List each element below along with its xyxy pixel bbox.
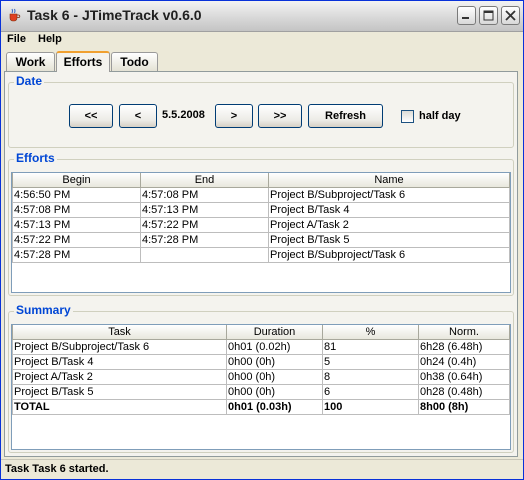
table-row[interactable]: Project B/Task 5 0h00 (0h) 6 0h28 (0.48h) [12, 384, 510, 400]
table-cell[interactable]: Project B/Subproject/Task 6 [268, 187, 510, 203]
last-day-button[interactable]: >> [258, 104, 302, 128]
menu-bar: File Help [1, 31, 523, 49]
table-cell[interactable]: 5 [322, 354, 419, 370]
summary-column-header[interactable]: Norm. [418, 325, 510, 340]
table-cell[interactable]: 4:57:08 PM [12, 202, 141, 218]
table-cell[interactable]: 4:57:28 PM [12, 247, 141, 263]
status-bar: Task Task 6 started. [1, 459, 523, 479]
window-title: Task 6 - JTimeTrack v0.6.0 [27, 7, 202, 23]
table-cell[interactable]: 4:57:22 PM [140, 217, 269, 233]
menu-help[interactable]: Help [38, 33, 62, 45]
table-cell[interactable]: 6 [322, 384, 419, 400]
efforts-column-header[interactable]: Begin [12, 173, 141, 188]
table-cell[interactable]: 0h28 (0.48h) [418, 384, 510, 400]
table-cell[interactable]: 6h28 (6.48h) [418, 339, 510, 355]
table-cell[interactable] [140, 247, 269, 263]
table-cell[interactable]: Project B/Task 4 [268, 202, 510, 218]
table-cell[interactable]: 0h00 (0h) [226, 369, 323, 385]
date-group: Date << < 5.5.2008 > >> Refresh half day [8, 74, 514, 148]
efforts-column-header[interactable]: End [140, 173, 269, 188]
table-cell[interactable]: Project B/Subproject/Task 6 [268, 247, 510, 263]
close-button[interactable] [501, 6, 520, 25]
table-cell[interactable]: Project B/Task 4 [12, 354, 227, 370]
table-row[interactable]: 4:57:13 PM 4:57:22 PM Project A/Task 2 [12, 217, 510, 233]
table-row[interactable]: 4:57:22 PM 4:57:28 PM Project B/Task 5 [12, 232, 510, 248]
summary-group: Summary Task Duration% Norm. Project B/Sub… [8, 303, 514, 453]
table-row[interactable]: Project B/Subproject/Task 6 0h01 (0.02h) 8… [12, 339, 510, 355]
half-day-checkbox[interactable] [401, 110, 414, 123]
table-row[interactable]: Project B/Task 4 0h00 (0h) 5 0h24 (0.4h) [12, 354, 510, 370]
efforts-table[interactable]: Begin End Name 4:56:50 PM 4:57:08 PM Project… [12, 173, 510, 263]
table-cell[interactable]: TOTAL [12, 399, 227, 415]
close-icon [505, 10, 516, 21]
efforts-table-area[interactable]: Begin End Name 4:56:50 PM 4:57:08 PM Project… [11, 172, 511, 293]
summary-column-header[interactable]: % [322, 325, 419, 340]
next-day-button[interactable]: > [215, 104, 253, 128]
maximize-button[interactable] [479, 6, 498, 25]
table-row[interactable]: 4:56:50 PM 4:57:08 PM Project B/Subproject… [12, 187, 510, 203]
menu-file[interactable]: File [7, 33, 26, 45]
table-cell[interactable]: 81 [322, 339, 419, 355]
table-cell[interactable]: 4:57:13 PM [140, 202, 269, 218]
table-cell[interactable]: 0h01 (0.02h) [226, 339, 323, 355]
minimize-icon [462, 17, 469, 19]
app-window: Task 6 - JTimeTrack v0.6.0 File Help Wor… [0, 0, 524, 480]
status-text: Task Task 6 started. [5, 463, 109, 475]
table-cell[interactable]: 4:57:13 PM [12, 217, 141, 233]
table-cell[interactable]: Project B/Task 5 [268, 232, 510, 248]
efforts-group-title: Efforts [14, 151, 57, 165]
table-row[interactable]: 4:57:08 PM 4:57:13 PM Project B/Task 4 [12, 202, 510, 218]
half-day-label: half day [419, 110, 461, 122]
table-cell[interactable]: 0h00 (0h) [226, 384, 323, 400]
table-row[interactable]: Project A/Task 2 0h00 (0h) 8 0h38 (0.64h) [12, 369, 510, 385]
table-cell[interactable]: 4:57:22 PM [12, 232, 141, 248]
efforts-panel: Date << < 5.5.2008 > >> Refresh half day… [4, 71, 518, 457]
tab-todo[interactable]: Todo [111, 52, 158, 71]
table-cell[interactable]: 0h38 (0.64h) [418, 369, 510, 385]
table-cell[interactable]: 4:57:08 PM [140, 187, 269, 203]
summary-group-title: Summary [14, 303, 73, 317]
table-cell[interactable]: Project B/Task 5 [12, 384, 227, 400]
table-cell[interactable]: 4:56:50 PM [12, 187, 141, 203]
efforts-column-header[interactable]: Name [268, 173, 510, 188]
table-row[interactable]: TOTAL 0h01 (0.03h) 100 8h00 (8h) [12, 399, 510, 415]
first-day-button[interactable]: << [69, 104, 113, 128]
table-cell[interactable]: 100 [322, 399, 419, 415]
table-cell[interactable]: 0h24 (0.4h) [418, 354, 510, 370]
summary-table[interactable]: Task Duration% Norm. Project B/Subproject/… [12, 325, 510, 415]
efforts-group: Efforts Begin End Name 4:56:50 PM 4:57:08 P… [8, 151, 514, 296]
table-cell[interactable]: Project A/Task 2 [12, 369, 227, 385]
maximize-icon [483, 10, 494, 21]
current-date: 5.5.2008 [162, 109, 205, 121]
tab-efforts[interactable]: Efforts [56, 51, 110, 72]
table-cell[interactable]: Project B/Subproject/Task 6 [12, 339, 227, 355]
minimize-button[interactable] [457, 6, 476, 25]
table-cell[interactable]: 0h00 (0h) [226, 354, 323, 370]
summary-column-header[interactable]: Duration [226, 325, 323, 340]
refresh-button[interactable]: Refresh [308, 104, 383, 128]
table-cell[interactable]: Project A/Task 2 [268, 217, 510, 233]
table-row[interactable]: 4:57:28 PM Project B/Subproject/Task 6 [12, 247, 510, 263]
java-cup-icon [9, 8, 21, 22]
table-cell[interactable]: 0h01 (0.03h) [226, 399, 323, 415]
title-bar[interactable]: Task 6 - JTimeTrack v0.6.0 [1, 1, 523, 32]
date-group-title: Date [14, 74, 45, 88]
table-cell[interactable]: 4:57:28 PM [140, 232, 269, 248]
previous-day-button[interactable]: < [119, 104, 157, 128]
summary-column-header[interactable]: Task [12, 325, 227, 340]
tab-work[interactable]: Work [6, 52, 55, 71]
table-cell[interactable]: 8h00 (8h) [418, 399, 510, 415]
table-cell[interactable]: 8 [322, 369, 419, 385]
summary-table-area[interactable]: Task Duration% Norm. Project B/Subproject/… [11, 324, 511, 450]
